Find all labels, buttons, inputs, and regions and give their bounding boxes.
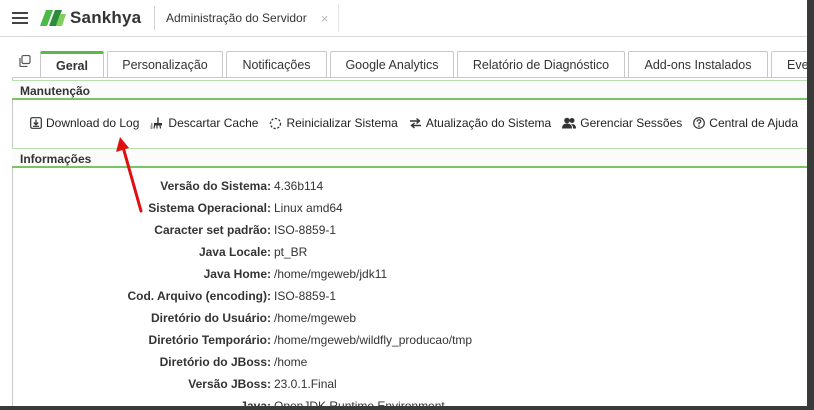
tab-geral[interactable]: Geral [40,51,104,77]
info-row-user-dir: Diretório do Usuário: /home/mgeweb [12,310,807,330]
info-value: Linux amd64 [274,201,343,215]
maintenance-toolbar: Download do Log Descartar Cache Reinicia… [12,110,798,136]
info-value: pt_BR [274,245,308,259]
info-label: Caracter set padrão: [154,223,271,237]
tab-eventos[interactable]: Even [771,51,807,77]
info-row-system-version: Versão do Sistema: 4.36b114 [12,178,807,198]
tab-baseline [12,77,807,78]
clear-cache-label: Descartar Cache [168,116,259,130]
tab-notificacoes[interactable]: Notificações [226,51,327,77]
info-value: /home/mgeweb/jdk11 [274,267,388,281]
document-tab-label: Administração do Servidor [166,11,307,25]
menu-icon[interactable] [12,11,28,25]
info-label: Java Home: [203,267,271,281]
info-row-charset: Caracter set padrão: ISO-8859-1 [12,222,807,242]
info-row-jboss-version: Versão JBoss: 23.0.1.Final [12,376,807,396]
info-label: Java: [240,399,271,406]
download-log-button[interactable]: Download do Log [30,116,139,130]
info-label: Sistema Operacional: [148,201,271,215]
manage-sessions-label: Gerenciar Sessões [580,116,683,130]
tab-google-analytics[interactable]: Google Analytics [330,51,454,77]
help-center-label: Central de Ajuda [709,116,799,130]
info-row-jboss-dir: Diretório do JBoss: /home [12,354,807,374]
info-value: /home [274,355,308,369]
info-value: ISO-8859-1 [274,223,337,237]
info-section-title: Informações [12,148,807,168]
restart-icon [270,117,282,129]
restart-system-button[interactable]: Reinicializar Sistema [269,116,398,130]
info-value: 4.36b114 [274,179,324,193]
info-value: ISO-8859-1 [274,289,337,303]
info-row-java: Java: OpenJDK Runtime Environment [12,398,807,406]
manage-sessions-button[interactable]: Gerenciar Sessões [562,116,682,130]
info-label: Java Locale: [198,245,271,259]
brand-logo[interactable]: Sankhya [40,7,141,29]
tab-relatorio-diagnostico[interactable]: Relatório de Diagnóstico [457,51,625,77]
download-icon [30,117,42,129]
update-icon [409,117,421,129]
info-row-java-home: Java Home: /home/mgeweb/jdk11 [12,266,807,286]
clear-cache-icon [150,117,163,129]
close-icon[interactable]: × [321,11,329,26]
info-row-java-locale: Java Locale: pt_BR [12,244,807,264]
info-label: Diretório do JBoss: [159,355,271,369]
info-value: /home/mgeweb [274,311,357,325]
app-header: Sankhya Administração do Servidor × [0,0,807,37]
document-tab[interactable]: Administração do Servidor × [156,4,340,32]
maintenance-section-title: Manutenção [12,80,807,100]
restart-system-label: Reinicializar Sistema [286,116,398,130]
help-icon [693,117,706,129]
info-value: 23.0.1.Final [274,377,337,391]
system-update-button[interactable]: Atualização do Sistema [409,116,551,130]
header-divider [154,6,155,30]
sankhya-logo-icon [40,10,66,26]
info-label: Cod. Arquivo (encoding): [127,289,271,303]
brand-name: Sankhya [70,8,142,27]
info-label: Versão JBoss: [188,377,271,391]
info-value: /home/mgeweb/wildfly_producao/tmp [274,333,473,347]
info-label: Diretório do Usuário: [150,311,271,325]
info-row-os: Sistema Operacional: Linux amd64 [12,200,807,220]
info-value: OpenJDK Runtime Environment [274,399,445,406]
download-log-label: Download do Log [46,116,140,130]
app-window: Sankhya Administração do Servidor × Gera… [0,0,807,406]
system-update-label: Atualização do Sistema [425,116,552,130]
info-row-file-encoding: Cod. Arquivo (encoding): ISO-8859-1 [12,288,807,308]
tab-personalizacao[interactable]: Personalização [107,51,223,77]
help-center-button[interactable]: Central de Ajuda [693,116,798,130]
info-row-temp-dir: Diretório Temporário: /home/mgeweb/wildf… [12,332,807,352]
users-icon [562,117,577,129]
clear-cache-button[interactable]: Descartar Cache [150,116,258,130]
info-label: Diretório Temporário: [148,333,271,347]
info-label: Versão do Sistema: [160,179,271,193]
tab-addons-instalados[interactable]: Add-ons Instalados [628,51,768,77]
copy-icon[interactable] [19,55,31,67]
